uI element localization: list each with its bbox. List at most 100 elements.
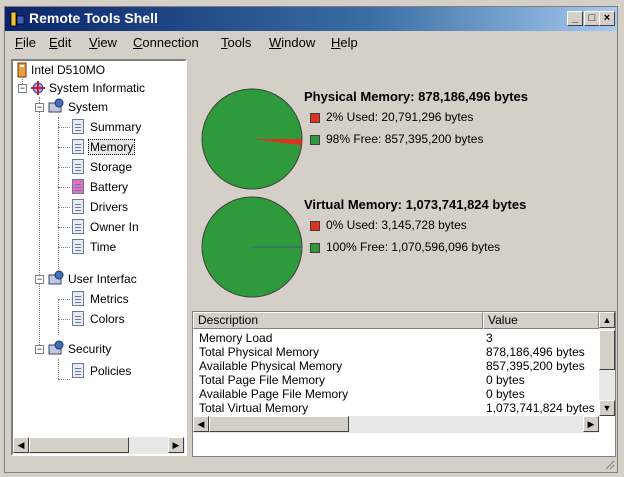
page-icon: [72, 291, 84, 306]
tree-expander[interactable]: −: [35, 345, 44, 354]
tree-line: [58, 207, 70, 208]
status-bar: [5, 458, 617, 472]
virtual-free-label: 100% Free: 1,070,596,096 bytes: [326, 240, 501, 254]
list-vertical-scrollbar[interactable]: ▲ ▼: [599, 312, 615, 416]
tree-node-metrics[interactable]: Metrics: [90, 292, 129, 306]
legend-free-swatch: [310, 243, 320, 253]
tree-node-storage[interactable]: Storage: [90, 160, 132, 174]
virtual-memory-pie: [201, 196, 303, 298]
menu-view-label: iew: [97, 35, 117, 50]
tree-node-owner-info[interactable]: Owner In: [90, 220, 139, 234]
resize-grip-icon[interactable]: [603, 458, 615, 470]
row-value: 0 bytes: [486, 387, 525, 401]
tree-node-colors[interactable]: Colors: [90, 312, 125, 326]
window-title: Remote Tools Shell: [29, 10, 158, 26]
menu-connection-mnemonic: C: [133, 35, 143, 50]
tree-node-memory[interactable]: Memory: [88, 139, 136, 155]
tree-line: [39, 97, 40, 347]
page-icon: [72, 199, 84, 214]
scroll-down-button[interactable]: ▼: [599, 400, 615, 416]
scroll-thumb[interactable]: [599, 330, 615, 370]
page-icon: [72, 119, 84, 134]
row-description: Total Physical Memory: [199, 345, 320, 359]
scroll-left-button[interactable]: ◀: [13, 437, 29, 453]
row-description: Memory Load: [199, 331, 273, 345]
tree-line: [58, 147, 70, 148]
scroll-thumb[interactable]: [29, 437, 129, 453]
menu-help[interactable]: Help: [331, 35, 358, 50]
menu-view[interactable]: View: [89, 35, 117, 50]
row-description: Available Physical Memory: [199, 359, 343, 373]
tree-node-system[interactable]: System: [68, 100, 108, 114]
page-icon: [72, 363, 84, 378]
user-interface-icon: [48, 270, 64, 285]
menu-connection[interactable]: Connection: [133, 35, 199, 50]
row-value: 3: [486, 331, 493, 345]
menu-connection-label: onnection: [142, 35, 199, 50]
scroll-thumb[interactable]: [209, 416, 349, 432]
close-button[interactable]: ×: [599, 11, 615, 26]
menu-window-mnemonic: W: [269, 35, 282, 50]
tree-node-time[interactable]: Time: [90, 240, 116, 254]
scroll-left-button[interactable]: ◀: [193, 416, 209, 432]
computer-icon: [17, 62, 27, 78]
menu-bar: File Edit View Connection Tools Window H…: [5, 31, 617, 53]
system-info-icon: [31, 81, 45, 95]
tree-node-security[interactable]: Security: [68, 342, 111, 356]
page-icon: [72, 219, 84, 234]
page-icon: [72, 139, 84, 154]
navigation-tree[interactable]: Intel D510MO − System Informatic − Syste…: [11, 59, 187, 456]
tree-line: [58, 319, 70, 320]
row-description: Total Page File Memory: [199, 373, 326, 387]
virtual-used-label: 0% Used: 3,145,728 bytes: [326, 218, 467, 232]
tree-node-summary[interactable]: Summary: [90, 120, 141, 134]
app-icon: [10, 11, 25, 27]
tree-line: [58, 187, 70, 188]
tree-node-root[interactable]: Intel D510MO: [31, 63, 105, 77]
title-bar[interactable]: Remote Tools Shell _ □ ×: [5, 7, 617, 31]
tree-node-drivers[interactable]: Drivers: [90, 200, 128, 214]
legend-free-swatch: [310, 135, 320, 145]
tree-node-policies[interactable]: Policies: [90, 364, 131, 378]
tree-horizontal-scrollbar[interactable]: ◀ ▶: [13, 437, 185, 454]
menu-tools[interactable]: Tools: [221, 35, 251, 50]
memory-details-list[interactable]: Description Value Memory Load 3 Total Ph…: [192, 311, 616, 457]
physical-free-label: 98% Free: 857,395,200 bytes: [326, 132, 484, 146]
menu-help-label: elp: [340, 35, 358, 50]
tree-line: [58, 127, 70, 128]
tree-line: [58, 299, 70, 300]
row-value: 0 bytes: [486, 373, 525, 387]
battery-icon: [72, 179, 84, 194]
menu-edit[interactable]: Edit: [49, 35, 71, 50]
column-header-description[interactable]: Description: [193, 312, 483, 329]
menu-help-mnemonic: H: [331, 35, 341, 50]
menu-file[interactable]: File: [15, 35, 36, 50]
tree-expander[interactable]: −: [35, 275, 44, 284]
menu-window[interactable]: Window: [269, 35, 315, 50]
row-description: Total Virtual Memory: [199, 401, 309, 415]
physical-used-label: 2% Used: 20,791,296 bytes: [326, 110, 474, 124]
scroll-right-button[interactable]: ▶: [168, 437, 184, 453]
virtual-memory-title: Virtual Memory: 1,073,741,824 bytes: [304, 197, 527, 212]
list-horizontal-scrollbar[interactable]: ◀ ▶: [193, 416, 599, 433]
row-value: 857,395,200 bytes: [486, 359, 585, 373]
tree-node-user-interface[interactable]: User Interfac: [68, 272, 137, 286]
tree-line: [58, 359, 59, 379]
scroll-up-button[interactable]: ▲: [599, 312, 615, 328]
tree-expander[interactable]: −: [35, 103, 44, 112]
column-header-value[interactable]: Value: [483, 312, 599, 329]
memory-chart-panel: Physical Memory: 878,186,496 bytes 2% Us…: [192, 59, 616, 309]
maximize-button[interactable]: □: [584, 11, 600, 26]
minimize-button[interactable]: _: [567, 11, 583, 26]
legend-used-swatch: [310, 221, 320, 231]
scroll-right-button[interactable]: ▶: [583, 416, 599, 432]
tree-node-battery[interactable]: Battery: [90, 180, 128, 194]
menu-tools-label: ools: [227, 35, 252, 50]
menu-file-label: ile: [22, 35, 36, 50]
menu-window-label: indow: [281, 35, 316, 50]
tree-line: [58, 379, 70, 380]
menu-edit-mnemonic: E: [49, 35, 58, 50]
tree-node-system-information[interactable]: System Informatic: [49, 81, 145, 95]
page-icon: [72, 159, 84, 174]
tree-expander[interactable]: −: [18, 84, 27, 93]
